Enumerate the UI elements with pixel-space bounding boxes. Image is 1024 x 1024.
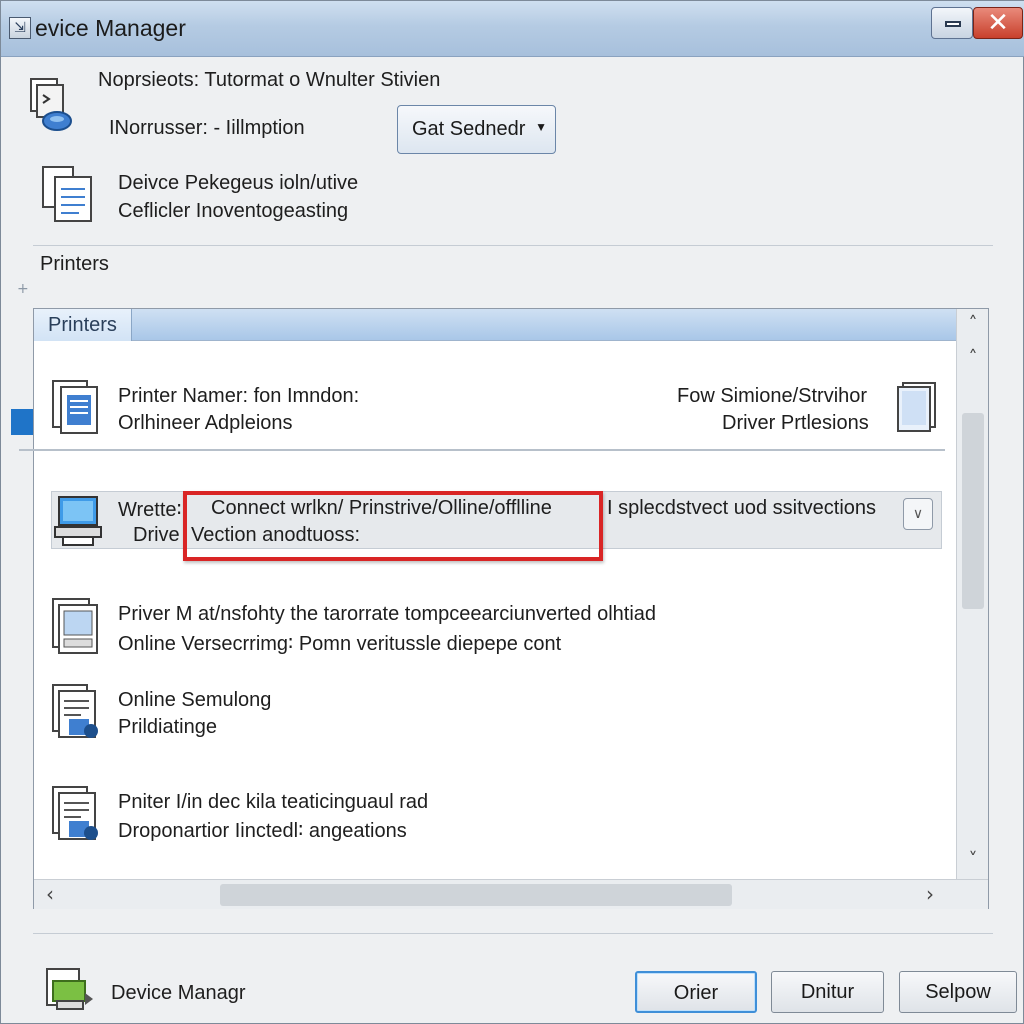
document-settings-icon — [51, 785, 101, 843]
selpow-button[interactable]: Selpow — [899, 971, 1017, 1013]
minimize-icon — [945, 21, 961, 27]
minimize-button[interactable] — [931, 7, 973, 39]
row5-line1: Pniter I/in dec kila teaticinguaul rad — [118, 791, 429, 813]
section-divider — [33, 245, 993, 246]
app-icon: ⇲ — [9, 17, 31, 39]
computer-network-icon — [29, 77, 75, 133]
printer-icon — [53, 495, 103, 547]
hscroll-thumb[interactable] — [220, 884, 732, 906]
description-line2: Ceflicler Inoventogeasting — [118, 200, 349, 222]
row-divider — [19, 449, 945, 451]
tab-printers[interactable]: Printers — [34, 309, 132, 341]
row4-line2: Prildiatinge — [118, 716, 217, 738]
scroll-thumb[interactable] — [962, 413, 984, 609]
row5-line2: Droponartior Iinctedl∶ angeations — [118, 820, 407, 842]
section-label: Printers — [40, 253, 109, 275]
row2-line2-prefix: Drive — [133, 524, 180, 546]
dropdown-value: Gat Sednedr — [412, 118, 526, 140]
description-line1: Deivce Pekegeus ioln/utive — [118, 172, 359, 194]
device-manager-window: ⇲ evice Manager ✕ Noprsieots: Tutormat o… — [0, 0, 1024, 1024]
close-icon: ✕ — [987, 8, 1009, 38]
chevron-down-icon: ▼ — [535, 120, 547, 134]
side-indicator — [11, 409, 33, 435]
row2-prefix: Wrette∶ — [118, 499, 182, 521]
plus-icon: + — [17, 281, 29, 297]
row1-right2: Driver Prtlesions — [722, 412, 869, 434]
scroll-down-icon[interactable]: ˅ — [957, 849, 989, 870]
highlight-annotation-box — [183, 491, 603, 561]
row1-right1: Fow Simione/Strvihor — [677, 385, 868, 407]
footer-app-label: Device Managr — [111, 982, 246, 1004]
header-line1: Noprsieots: Tutormat o Wnulter Stivien — [98, 69, 441, 91]
header-line2: INorrusser: - Iillmption — [109, 117, 305, 139]
scroll-up-icon[interactable]: ˄ — [957, 347, 989, 368]
document-settings-icon — [51, 683, 101, 741]
orier-button[interactable]: Orier — [635, 971, 757, 1013]
scroll-up-icon[interactable]: ˄ — [957, 313, 989, 334]
horizontal-scrollbar[interactable]: ‹ › — [34, 879, 988, 909]
chevron-down-icon[interactable]: ∨ — [903, 498, 933, 530]
scroll-right-icon[interactable]: › — [926, 882, 934, 906]
device-manager-icon — [45, 967, 97, 1013]
device-select-dropdown[interactable]: Gat Sednedr ▼ — [397, 105, 556, 154]
row3-line2: Online Versecrrimg∶ Pomn veritussle diep… — [118, 633, 562, 655]
window-title: evice Manager — [35, 15, 186, 41]
title-bar[interactable]: ⇲ evice Manager ✕ — [1, 1, 1024, 57]
file-icon — [895, 381, 939, 433]
row1-line1: Printer Namer: fon Imndon: — [118, 385, 360, 407]
close-button[interactable]: ✕ — [973, 7, 1023, 39]
row2-right: I splecdstvect uod ssitvections — [607, 497, 877, 519]
printer-document-icon — [51, 379, 101, 437]
panel-header: Printers — [34, 309, 956, 341]
footer-divider — [33, 933, 993, 934]
row1-line2: Orlhineer Adpleions — [118, 412, 293, 434]
scroll-left-icon[interactable]: ‹ — [46, 882, 54, 906]
row3-line1: Priver M at/nsfohty the tarorrate tompce… — [118, 603, 657, 625]
row4-line1: Online Semulong — [118, 689, 272, 711]
document-icon — [41, 165, 95, 225]
vertical-scrollbar[interactable]: ˄ ˄ ˅ — [956, 309, 988, 879]
dnitur-button[interactable]: Dnitur — [771, 971, 884, 1013]
device-document-icon — [51, 597, 101, 657]
